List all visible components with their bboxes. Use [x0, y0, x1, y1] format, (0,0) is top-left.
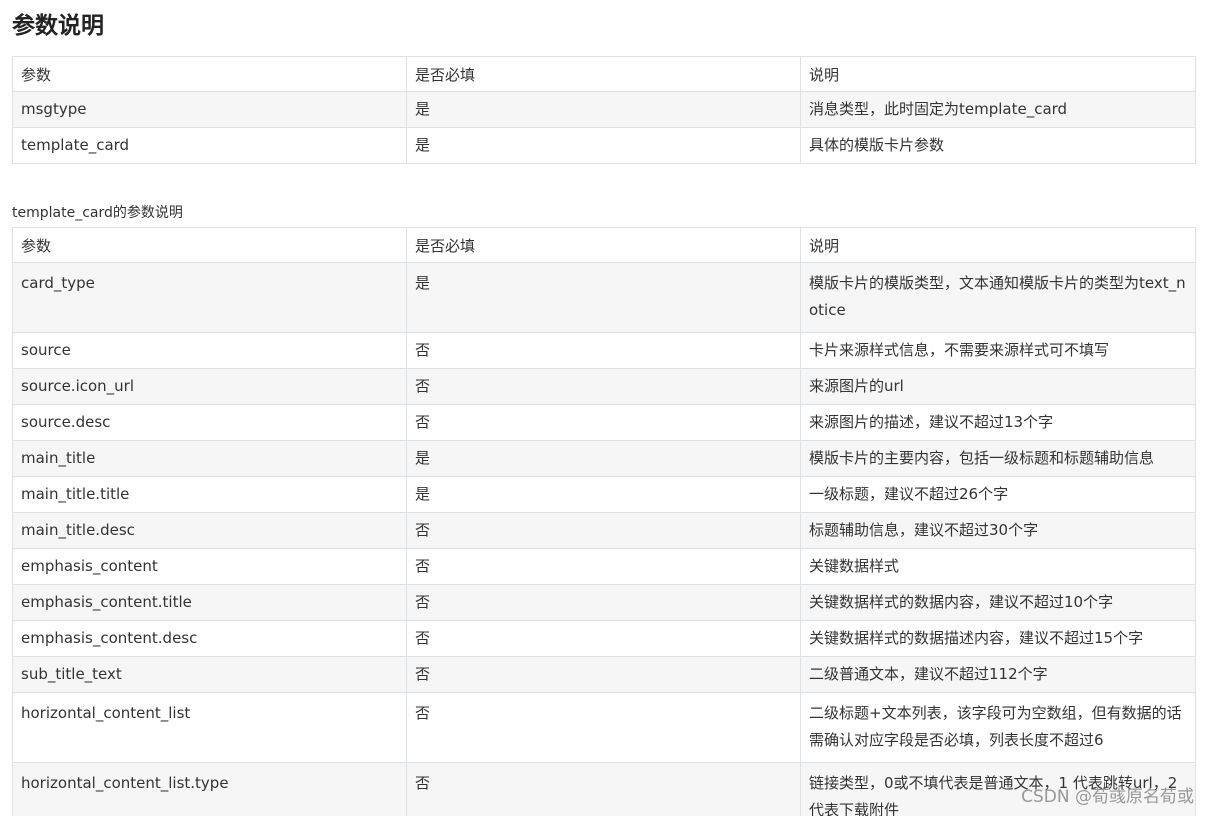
cell-required: 是 — [406, 91, 801, 128]
cell-desc: 模版卡片的主要内容，包括一级标题和标题辅助信息 — [800, 440, 1196, 477]
header-required: 是否必填 — [406, 56, 801, 92]
cell-required: 否 — [406, 584, 801, 621]
cell-required: 是 — [406, 476, 801, 513]
table-row: horizontal_content_list.type 否 链接类型，0或不填… — [12, 762, 1196, 816]
table-row: emphasis_content.title 否 关键数据样式的数据内容，建议不… — [12, 584, 1196, 621]
cell-required: 否 — [406, 548, 801, 585]
cell-param: emphasis_content.desc — [12, 620, 407, 657]
table-row: source.icon_url 否 来源图片的url — [12, 368, 1196, 405]
cell-required: 否 — [406, 368, 801, 405]
cell-param: source.icon_url — [12, 368, 407, 405]
table-row: source 否 卡片来源样式信息，不需要来源样式可不填写 — [12, 332, 1196, 369]
table-row: source.desc 否 来源图片的描述，建议不超过13个字 — [12, 404, 1196, 441]
cell-param: emphasis_content.title — [12, 584, 407, 621]
cell-required: 否 — [406, 656, 801, 693]
cell-param: horizontal_content_list.type — [12, 762, 407, 816]
card-table-caption: template_card的参数说明 — [12, 205, 183, 221]
cell-param: main_title.desc — [12, 512, 407, 549]
table-row: sub_title_text 否 二级普通文本，建议不超过112个字 — [12, 656, 1196, 693]
cell-desc: 二级标题+文本列表，该字段可为空数组，但有数据的话需确认对应字段是否必填，列表长… — [800, 692, 1196, 763]
cell-desc: 二级普通文本，建议不超过112个字 — [800, 656, 1196, 693]
table-header-row: 参数 是否必填 说明 — [12, 227, 1196, 263]
cell-required: 是 — [406, 262, 801, 333]
cell-desc: 关键数据样式 — [800, 548, 1196, 585]
header-desc: 说明 — [800, 227, 1196, 263]
cell-desc: 一级标题，建议不超过26个字 — [800, 476, 1196, 513]
table-row: main_title 是 模版卡片的主要内容，包括一级标题和标题辅助信息 — [12, 440, 1196, 477]
cell-param: main_title.title — [12, 476, 407, 513]
cell-param: main_title — [12, 440, 407, 477]
header-required: 是否必填 — [406, 227, 801, 263]
cell-required: 否 — [406, 404, 801, 441]
cell-required: 否 — [406, 332, 801, 369]
cell-param: template_card — [12, 127, 407, 164]
cell-required: 是 — [406, 127, 801, 164]
table-row: template_card 是 具体的模版卡片参数 — [12, 127, 1196, 164]
cell-required: 否 — [406, 512, 801, 549]
header-param: 参数 — [12, 56, 407, 92]
table-header-row: 参数 是否必填 说明 — [12, 56, 1196, 92]
table-row: emphasis_content 否 关键数据样式 — [12, 548, 1196, 585]
cell-desc: 标题辅助信息，建议不超过30个字 — [800, 512, 1196, 549]
cell-param: card_type — [12, 262, 407, 333]
cell-param: msgtype — [12, 91, 407, 128]
csdn-watermark: CSDN @荀彧原名荀或 — [1021, 787, 1194, 807]
cell-required: 是 — [406, 440, 801, 477]
cell-desc: 模版卡片的模版类型，文本通知模版卡片的类型为text_notice — [800, 262, 1196, 333]
table-row: emphasis_content.desc 否 关键数据样式的数据描述内容，建议… — [12, 620, 1196, 657]
cell-desc: 具体的模版卡片参数 — [800, 127, 1196, 164]
table-row: horizontal_content_list 否 二级标题+文本列表，该字段可… — [12, 692, 1196, 763]
cell-required: 否 — [406, 620, 801, 657]
cell-param: source — [12, 332, 407, 369]
cell-required: 否 — [406, 762, 801, 816]
cell-param: source.desc — [12, 404, 407, 441]
cell-desc: 卡片来源样式信息，不需要来源样式可不填写 — [800, 332, 1196, 369]
header-param: 参数 — [12, 227, 407, 263]
cell-desc: 来源图片的描述，建议不超过13个字 — [800, 404, 1196, 441]
table-row: card_type 是 模版卡片的模版类型，文本通知模版卡片的类型为text_n… — [12, 262, 1196, 333]
table-row: main_title.title 是 一级标题，建议不超过26个字 — [12, 476, 1196, 513]
cell-desc: 关键数据样式的数据内容，建议不超过10个字 — [800, 584, 1196, 621]
cell-param: emphasis_content — [12, 548, 407, 585]
page: 参数说明 参数 是否必填 说明 msgtype 是 消息类型，此时固定为temp… — [0, 0, 1210, 816]
header-desc: 说明 — [800, 56, 1196, 92]
cell-param: horizontal_content_list — [12, 692, 407, 763]
params-table: 参数 是否必填 说明 msgtype 是 消息类型，此时固定为template_… — [12, 56, 1196, 164]
table-row: main_title.desc 否 标题辅助信息，建议不超过30个字 — [12, 512, 1196, 549]
cell-desc: 来源图片的url — [800, 368, 1196, 405]
table-row: msgtype 是 消息类型，此时固定为template_card — [12, 91, 1196, 128]
cell-param: sub_title_text — [12, 656, 407, 693]
template-card-table: 参数 是否必填 说明 card_type 是 模版卡片的模版类型，文本通知模版卡… — [12, 227, 1196, 816]
cell-required: 否 — [406, 692, 801, 763]
page-title: 参数说明 — [12, 13, 104, 39]
cell-desc: 关键数据样式的数据描述内容，建议不超过15个字 — [800, 620, 1196, 657]
cell-desc: 消息类型，此时固定为template_card — [800, 91, 1196, 128]
